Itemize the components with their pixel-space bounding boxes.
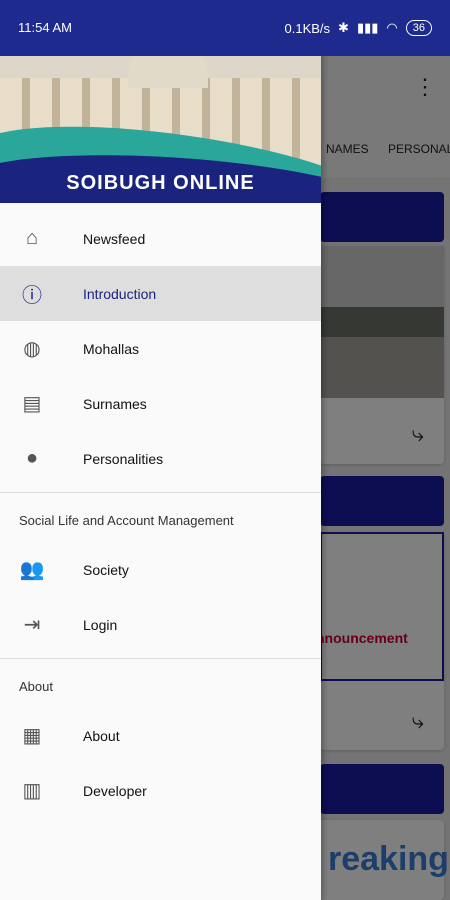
wifi-icon: ◠	[386, 20, 398, 35]
menu-item-newsfeed[interactable]: ⌂ Newsfeed	[0, 211, 321, 266]
menu-item-label: Login	[83, 616, 118, 633]
group-icon: 👥	[19, 559, 45, 581]
menu-item-society[interactable]: 👥 Society	[0, 542, 321, 597]
info-icon: ⓘ	[22, 285, 42, 307]
building-icon: ▥	[22, 780, 42, 802]
status-time: 11:54 AM	[18, 20, 72, 35]
menu-item-label: Newsfeed	[83, 230, 146, 247]
brand-title: SOIBUGH ONLINE	[66, 172, 255, 194]
menu-item-label: About	[83, 727, 120, 744]
section-heading-social: Social Life and Account Management	[19, 513, 234, 528]
menu-item-label: Society	[83, 561, 129, 578]
menu-item-label: Developer	[83, 782, 147, 799]
bluetooth-icon: ✱	[338, 20, 349, 35]
menu-item-personalities[interactable]: ● Personalities	[0, 431, 321, 486]
scrim[interactable]	[320, 56, 450, 900]
menu-item-label: Personalities	[83, 450, 164, 467]
message-icon: ▤	[22, 393, 42, 415]
section-heading-about: About	[19, 679, 53, 694]
login-icon: ⇥	[23, 614, 41, 636]
divider	[0, 492, 321, 493]
battery-icon: 36	[405, 20, 432, 36]
menu-item-developer[interactable]: ▥ Developer	[0, 763, 321, 818]
menu-item-login[interactable]: ⇥ Login	[0, 597, 321, 652]
globe-icon: ◍	[23, 338, 41, 360]
menu-item-surnames[interactable]: ▤ Surnames	[0, 376, 321, 431]
net-speed: 0.1KB/s	[284, 20, 331, 36]
menu-item-label: Surnames	[83, 395, 147, 412]
clapperboard-icon: ▦	[22, 725, 42, 747]
menu-item-label: Introduction	[83, 285, 157, 302]
menu-item-about[interactable]: ▦ About	[0, 708, 321, 763]
navigation-drawer: SOIBUGH ONLINE ⌂ Newsfeed ⓘ Introduction…	[0, 0, 321, 900]
menu-item-introduction[interactable]: ⓘ Introduction	[0, 266, 321, 321]
status-bar: 11:54 AM 0.1KB/s ✱ ▮▮▮ ◠ 36	[0, 0, 450, 56]
status-icons: 0.1KB/s ✱ ▮▮▮ ◠ 36	[284, 20, 432, 36]
signal-icon: ▮▮▮	[356, 20, 379, 35]
divider	[0, 658, 321, 659]
home-icon: ⌂	[25, 227, 39, 249]
menu-item-label: Mohallas	[83, 340, 140, 357]
menu-item-mohallas[interactable]: ◍ Mohallas	[0, 321, 321, 376]
drawer-menu: ⌂ Newsfeed ⓘ Introduction ◍ Mohallas ▤ S…	[0, 211, 321, 818]
person-icon: ●	[25, 447, 39, 469]
